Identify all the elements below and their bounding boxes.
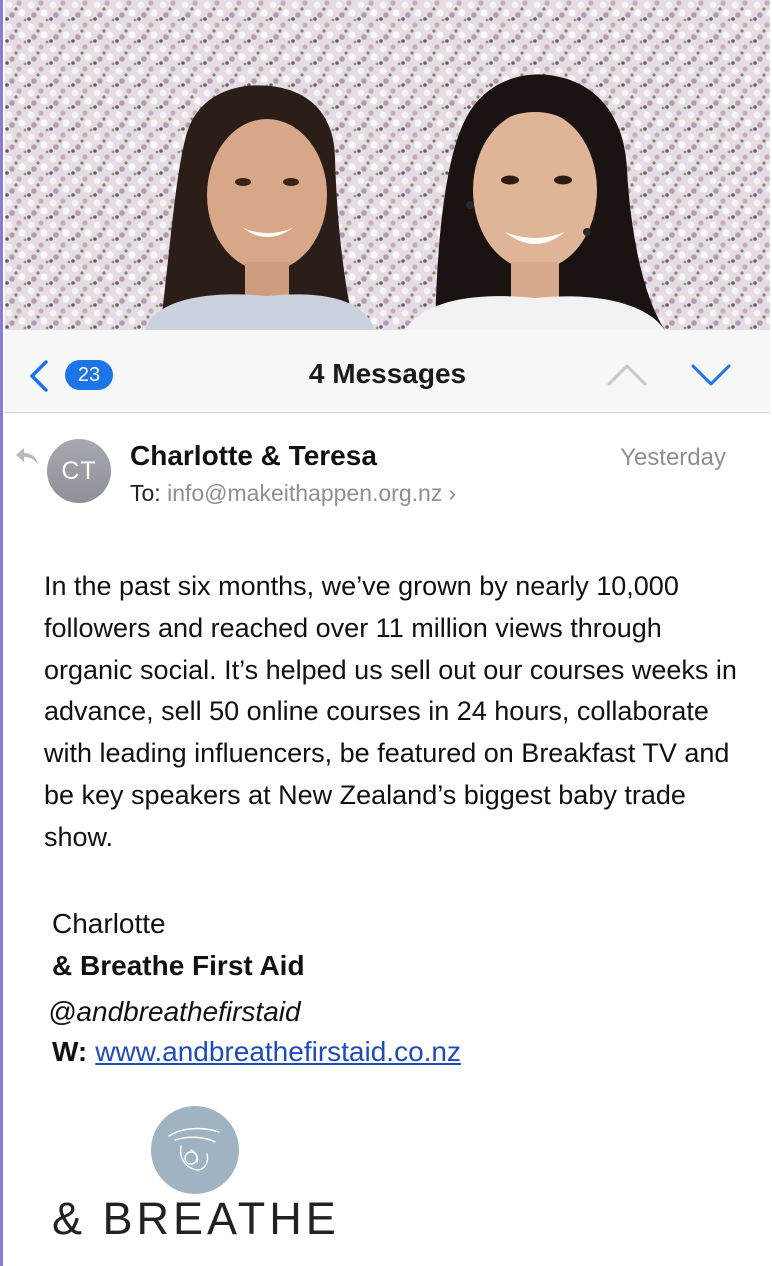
message-nav-bar: 23 4 Messages	[5, 330, 770, 413]
breathe-logo-icon	[151, 1106, 239, 1194]
signature-name: Charlotte	[52, 908, 166, 939]
message-body: In the past six months, we’ve grown by n…	[44, 571, 737, 852]
reply-icon	[14, 446, 40, 468]
sender-name[interactable]: Charlotte & Teresa	[130, 440, 377, 472]
logo-wordmark: & BREATHE	[52, 1193, 340, 1244]
thread-title: 4 Messages	[308, 358, 467, 389]
left-edge-rule	[0, 0, 3, 1266]
header-photo	[5, 0, 770, 330]
message-date: Yesterday	[620, 444, 726, 471]
website-link[interactable]: www.andbreathefirstaid.co.nz	[95, 1036, 461, 1067]
signature-org: & Breathe First Aid	[52, 950, 305, 981]
website-label: W:	[52, 1036, 88, 1067]
recipient-line[interactable]: To: info@makeithappen.org.nz ›	[130, 480, 456, 507]
recipient-address[interactable]: info@makeithappen.org.nz	[167, 480, 442, 506]
down-chevron-icon[interactable]	[689, 360, 733, 390]
disclosure-chevron-icon[interactable]: ›	[448, 480, 456, 506]
signature-website: W: www.andbreathefirstaid.co.nz	[52, 1036, 461, 1068]
sender-avatar[interactable]: CT	[47, 439, 111, 503]
to-label: To:	[130, 480, 161, 506]
signature-handle: @andbreathefirstaid	[48, 996, 301, 1027]
up-chevron-icon[interactable]	[605, 360, 649, 390]
